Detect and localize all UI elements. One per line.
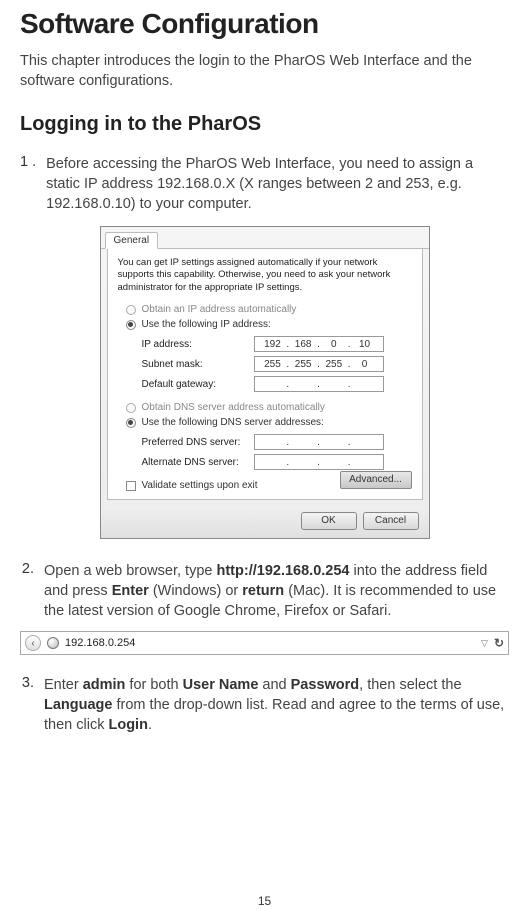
globe-icon — [47, 637, 59, 649]
radio-label: Use the following DNS server addresses: — [142, 417, 324, 428]
radio-use-dns[interactable]: Use the following DNS server addresses: — [126, 417, 412, 428]
advanced-button[interactable]: Advanced... — [340, 471, 412, 489]
field-subnet-mask: Subnet mask: 255. 255. 255. 0 — [142, 356, 412, 372]
adns-input[interactable]: . . . — [254, 454, 384, 470]
radio-label: Use the following IP address: — [142, 319, 271, 330]
radio-label: Obtain an IP address automatically — [142, 304, 297, 315]
field-default-gateway: Default gateway: . . . — [142, 376, 412, 392]
ok-button[interactable]: OK — [301, 512, 357, 530]
dialog-help-text: You can get IP settings assigned automat… — [118, 257, 412, 294]
step-number: 2. — [20, 561, 34, 621]
field-label: IP address: — [142, 339, 254, 350]
field-label: Preferred DNS server: — [142, 437, 254, 448]
step-number: 3. — [20, 675, 34, 735]
checkbox-label: Validate settings upon exit — [142, 480, 258, 491]
radio-icon — [126, 305, 136, 315]
radio-icon — [126, 320, 136, 330]
ip-settings-dialog: General You can get IP settings assigned… — [100, 226, 430, 539]
cancel-button[interactable]: Cancel — [363, 512, 419, 530]
ip-input[interactable]: 192. 168. 0. 10 — [254, 336, 384, 352]
radio-obtain-ip[interactable]: Obtain an IP address automatically — [126, 304, 412, 315]
page-title: Software Configuration — [20, 0, 509, 52]
field-ip-address: IP address: 192. 168. 0. 10 — [142, 336, 412, 352]
dialog-tabs: General — [101, 227, 429, 249]
back-icon[interactable]: ‹ — [25, 635, 41, 651]
step-1: 1 . Before accessing the PharOS Web Inte… — [20, 154, 509, 214]
field-preferred-dns: Preferred DNS server: . . . — [142, 434, 412, 450]
browser-url-bar: ‹ 192.168.0.254 ▽ ↻ — [20, 631, 509, 655]
radio-icon — [126, 418, 136, 428]
radio-label: Obtain DNS server address automatically — [142, 402, 325, 413]
radio-use-ip[interactable]: Use the following IP address: — [126, 319, 412, 330]
field-label: Alternate DNS server: — [142, 457, 254, 468]
step-number: 1 . — [20, 154, 36, 214]
page-number: 15 — [0, 894, 529, 908]
step-text: Enter admin for both User Name and Passw… — [44, 675, 509, 735]
url-text: http://192.168.0.254 — [217, 563, 350, 579]
url-field[interactable]: 192.168.0.254 — [65, 637, 475, 649]
pdns-input[interactable]: . . . — [254, 434, 384, 450]
tab-general[interactable]: General — [105, 232, 159, 249]
field-label: Default gateway: — [142, 379, 254, 390]
chapter-intro: This chapter introduces the login to the… — [20, 52, 509, 113]
field-label: Subnet mask: — [142, 359, 254, 370]
mask-input[interactable]: 255. 255. 255. 0 — [254, 356, 384, 372]
step-text: Before accessing the PharOS Web Interfac… — [46, 154, 509, 214]
field-alternate-dns: Alternate DNS server: . . . — [142, 454, 412, 470]
dropdown-icon[interactable]: ▽ — [481, 638, 488, 649]
radio-icon — [126, 403, 136, 413]
reload-icon[interactable]: ↻ — [494, 636, 504, 650]
step-text: Open a web browser, type http://192.168.… — [44, 561, 509, 621]
checkbox-icon — [126, 481, 136, 491]
step-2: 2. Open a web browser, type http://192.1… — [20, 561, 509, 621]
radio-obtain-dns[interactable]: Obtain DNS server address automatically — [126, 402, 412, 413]
section-heading: Logging in to the PharOS — [20, 113, 509, 154]
gateway-input[interactable]: . . . — [254, 376, 384, 392]
step-3: 3. Enter admin for both User Name and Pa… — [20, 675, 509, 735]
